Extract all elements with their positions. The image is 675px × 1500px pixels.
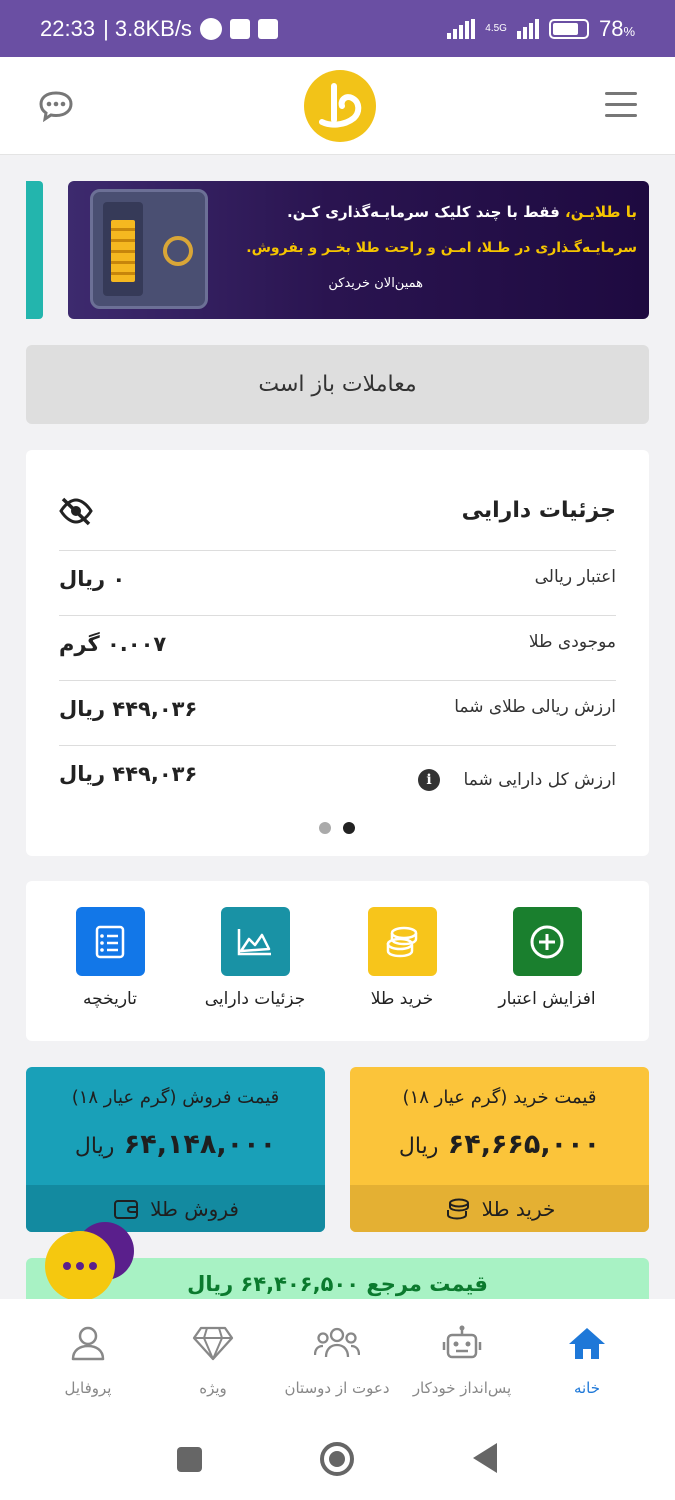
action-label: افزایش اعتبار: [498, 989, 596, 1009]
nav-label: پس‌انداز خودکار: [412, 1379, 512, 1397]
reference-price-label: قیمت مرجع: [366, 1272, 488, 1296]
signal-icon-2: [516, 18, 539, 39]
buy-price-value: ۶۴,۶۶۵,۰۰۰ ریال: [398, 1129, 601, 1160]
app-notification-icon: [257, 18, 278, 39]
banner-carousel-prev[interactable]: [26, 181, 43, 319]
coins-icon: [367, 907, 437, 976]
home-button[interactable]: [320, 1442, 354, 1476]
action-label: تاریخچه: [83, 989, 137, 1009]
battery-fill: [552, 22, 578, 35]
reference-price-value: ۶۴,۴۰۶,۵۰۰: [240, 1272, 360, 1296]
asset-row-total-value: ارزش کل دارایی شما ۴۴۹,۰۳۶ ریال i: [59, 745, 616, 810]
quick-actions: افزایش اعتبار خرید طلا جزئیات دارایی تار…: [26, 881, 649, 1041]
action-label: خرید طلا: [370, 989, 434, 1009]
notification-icon: [229, 18, 250, 39]
buy-gold-action[interactable]: خرید طلا: [332, 907, 472, 1009]
plus-circle-icon: [512, 907, 582, 976]
recent-apps-button[interactable]: [177, 1447, 202, 1472]
buy-price-card: قیمت خرید (گرم عیار ۱۸) ۶۴,۶۶۵,۰۰۰ ریال …: [350, 1067, 649, 1232]
status-net-speed: | 3.8KB/s: [103, 15, 192, 41]
wallet-icon: [114, 1199, 139, 1219]
sell-gold-button[interactable]: فروش طلا: [26, 1185, 325, 1232]
bottom-nav: خانه پس‌انداز خودکار دعوت از دوستان ویژه…: [0, 1299, 675, 1419]
robot-icon: [397, 1321, 527, 1365]
profile-icon: [23, 1321, 153, 1365]
asset-row-gold-balance: موجودی طلا ۰.۰۰۷ گرم: [59, 615, 616, 680]
carousel-dots: [319, 822, 355, 834]
nav-profile[interactable]: پروفایل: [23, 1321, 153, 1397]
action-label: جزئیات دارایی: [204, 989, 306, 1009]
vpn-icon: [199, 17, 222, 40]
assets-card: جزئیات دارایی اعتبار ریالی ۰ ریال موجودی…: [26, 450, 649, 856]
banner-line1: با طلایـن، فقط با چند کلیک سرمایـه‌گذاری…: [287, 203, 637, 221]
checklist-icon: [75, 907, 145, 976]
system-nav-bar: [0, 1419, 675, 1500]
banner-cta: همین‌الان خریدکن: [328, 276, 423, 291]
asset-value: ۰ ریال: [59, 567, 126, 591]
back-button[interactable]: [473, 1443, 497, 1473]
network-type: 4.5G: [485, 23, 507, 34]
increase-credit-action[interactable]: افزایش اعتبار: [477, 907, 617, 1009]
carousel-dot-active[interactable]: [343, 822, 355, 834]
nav-label: دعوت از دوستان: [284, 1379, 390, 1397]
asset-value: ۴۴۹,۰۳۶ ریال: [59, 762, 198, 786]
chart-icon: [220, 907, 290, 976]
nav-label: خانه: [573, 1379, 601, 1397]
safe-illustration: [90, 189, 208, 309]
nav-home[interactable]: خانه: [522, 1321, 652, 1397]
reference-price-unit: ریال: [187, 1272, 234, 1296]
asset-label: اعتبار ریالی: [534, 567, 616, 587]
battery-icon: [548, 18, 589, 39]
history-action[interactable]: تاریخچه: [40, 907, 180, 1009]
asset-value: ۰.۰۰۷ گرم: [59, 632, 167, 656]
asset-value: ۴۴۹,۰۳۶ ریال: [59, 697, 198, 721]
nav-auto-saving[interactable]: پس‌انداز خودکار: [397, 1321, 527, 1397]
coins-icon: [446, 1198, 469, 1220]
carousel-dot[interactable]: [319, 822, 331, 834]
market-status: معاملات باز است: [26, 345, 649, 424]
users-icon: [272, 1321, 402, 1365]
battery-percent: 78%: [598, 15, 635, 41]
asset-row-rial-credit: اعتبار ریالی ۰ ریال: [59, 550, 616, 615]
chat-bubble-icon[interactable]: [38, 90, 74, 122]
nav-special[interactable]: ویژه: [148, 1321, 278, 1397]
app-header: [0, 57, 675, 155]
home-icon: [522, 1321, 652, 1365]
banner-line2: سرمایـه‌گـذاری در طـلا، امـن و راحت طلا …: [246, 240, 637, 256]
info-icon[interactable]: i: [418, 769, 440, 791]
support-chat-button[interactable]: [45, 1231, 115, 1301]
diamond-icon: [148, 1321, 278, 1365]
sell-price-title: قیمت فروش (گرم عیار ۱۸): [71, 1087, 280, 1108]
nav-invite-friends[interactable]: دعوت از دوستان: [272, 1321, 402, 1397]
asset-label: ارزش کل دارایی شما: [463, 770, 616, 790]
buy-price-title: قیمت خرید (گرم عیار ۱۸): [402, 1087, 597, 1108]
sell-price-value: ۶۴,۱۴۸,۰۰۰ ریال: [74, 1129, 277, 1160]
asset-row-gold-value: ارزش ریالی طلای شما ۴۴۹,۰۳۶ ریال: [59, 680, 616, 745]
nav-label: ویژه: [199, 1379, 227, 1397]
nav-label: پروفایل: [64, 1379, 112, 1397]
status-time: 22:33: [40, 15, 96, 41]
eye-off-icon[interactable]: [58, 496, 94, 526]
asset-label: موجودی طلا: [528, 632, 616, 652]
asset-label: ارزش ریالی طلای شما: [454, 697, 616, 717]
talayin-logo[interactable]: [304, 70, 376, 142]
hamburger-menu-icon[interactable]: [605, 92, 637, 125]
buy-gold-button[interactable]: خرید طلا: [350, 1185, 649, 1232]
sell-price-card: قیمت فروش (گرم عیار ۱۸) ۶۴,۱۴۸,۰۰۰ ریال …: [26, 1067, 325, 1232]
signal-icon: [447, 18, 476, 39]
status-bar: 22:33 | 3.8KB/s 4.5G 78%: [0, 0, 675, 57]
assets-title: جزئیات دارایی: [461, 498, 616, 523]
buy-gold-label: خرید طلا: [481, 1196, 556, 1221]
promo-banner[interactable]: با طلایـن، فقط با چند کلیک سرمایـه‌گذاری…: [68, 181, 649, 319]
asset-details-action[interactable]: جزئیات دارایی: [185, 907, 325, 1009]
sell-gold-label: فروش طلا: [150, 1196, 239, 1221]
